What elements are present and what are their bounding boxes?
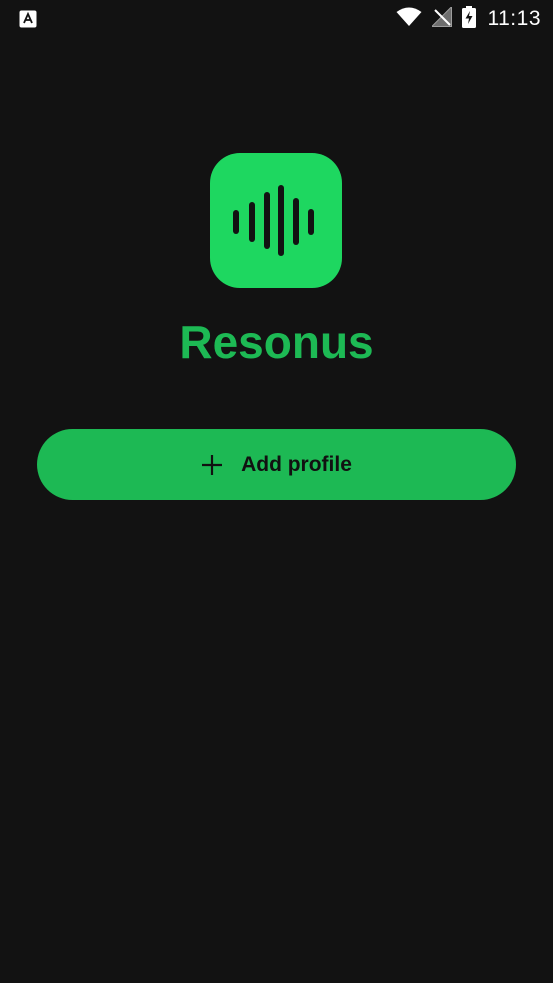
wifi-icon (396, 7, 422, 32)
add-profile-label: Add profile (241, 452, 352, 476)
screen: 11:13 Resonus Add profile (0, 0, 553, 983)
plus-icon (201, 454, 223, 476)
no-signal-icon (430, 5, 452, 32)
status-bar: 11:13 (0, 0, 553, 38)
status-icons: 11:13 (396, 5, 542, 33)
battery-charging-icon (461, 5, 476, 33)
add-profile-button[interactable]: Add profile (37, 429, 516, 500)
notification-app-icon (19, 10, 37, 28)
app-logo (210, 153, 342, 288)
app-title: Resonus (179, 316, 374, 368)
status-time: 11:13 (487, 7, 541, 30)
sound-wave-icon (233, 185, 314, 256)
